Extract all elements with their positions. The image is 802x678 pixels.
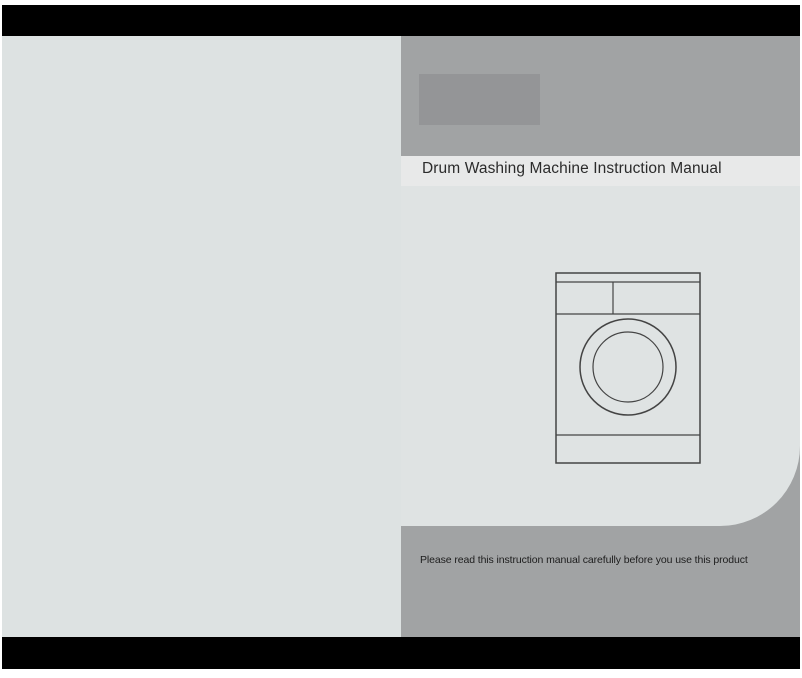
document-viewer: Drum Washing Machine Instruction Manual … [0, 0, 802, 678]
back-cover-page [2, 36, 401, 637]
front-cover-page: Drum Washing Machine Instruction Manual … [401, 36, 800, 637]
washing-machine-icon [555, 272, 701, 464]
cover-footer-note: Please read this instruction manual care… [420, 554, 748, 566]
washer-door-inner [592, 331, 664, 403]
top-letterbox-bar [2, 5, 800, 36]
bottom-letterbox-bar [2, 637, 800, 669]
manual-title: Drum Washing Machine Instruction Manual [422, 160, 722, 177]
washer-door-outer [579, 318, 677, 416]
logo-placeholder [419, 74, 540, 125]
